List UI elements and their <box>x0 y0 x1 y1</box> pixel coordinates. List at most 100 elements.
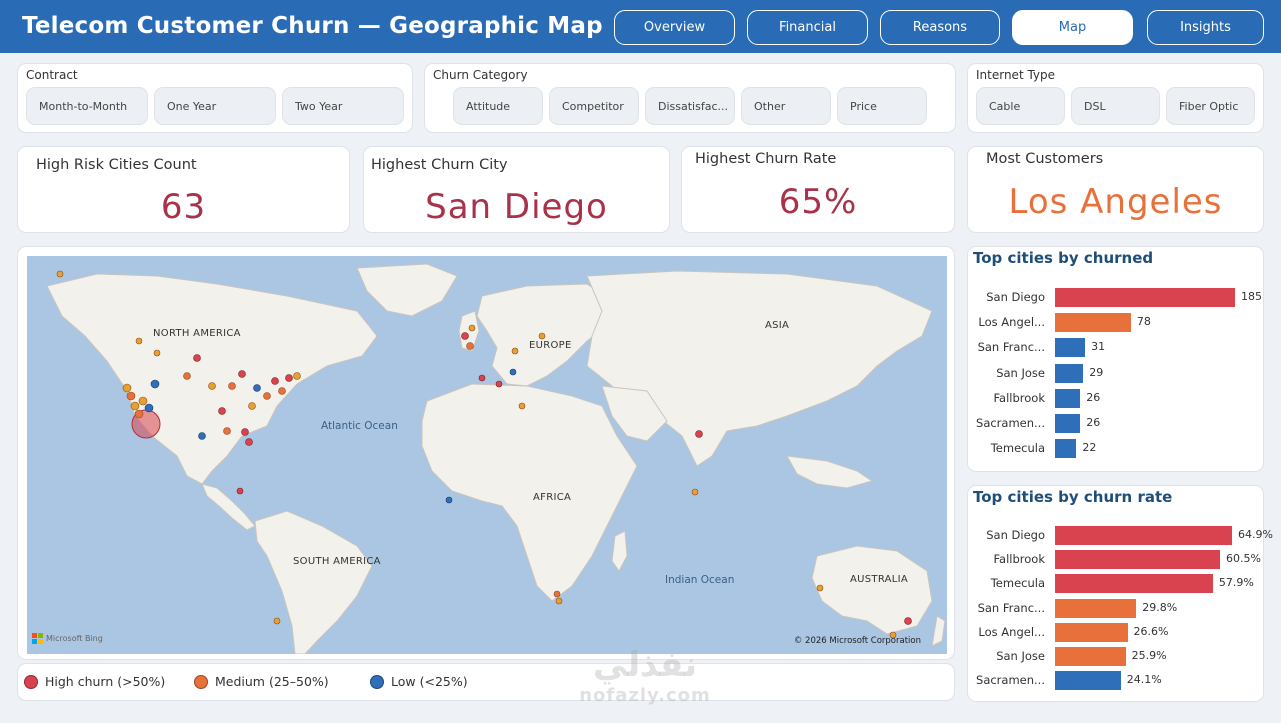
top-rate-bar <box>1055 526 1232 545</box>
top-rate-row[interactable]: Sacramen... 24.1% <box>968 671 1263 691</box>
contract-option-one-year[interactable]: One Year <box>154 87 276 125</box>
churn-category-slicer-title: Churn Category <box>433 68 528 82</box>
top-churned-value-label: 26 <box>1086 416 1101 429</box>
top-churned-value-label: 31 <box>1091 340 1106 354</box>
nav-reasons-button[interactable]: Reasons <box>880 10 1000 45</box>
top-churned-city-label: San Jose <box>996 365 1045 380</box>
internet-type-slicer-title: Internet Type <box>976 68 1056 82</box>
map-card: NORTH AMERICA SOUTH AMERICA EUROPE ASIA … <box>17 246 955 660</box>
top-rate-title: Top cities by churn rate <box>973 488 1173 506</box>
kpi-highest-churn-rate: Highest Churn Rate 65% <box>681 146 955 233</box>
top-rate-city-label: San Jose <box>996 649 1045 663</box>
top-churned-city-label: Fallbrook <box>993 390 1045 405</box>
top-churned-bar <box>1055 363 1084 383</box>
legend-medium: Medium (25–50%) <box>194 674 329 689</box>
internet-type-option-cable[interactable]: Cable <box>976 87 1065 125</box>
top-churned-bar <box>1055 414 1081 433</box>
top-churned-city-label: Sacramen... <box>976 416 1045 430</box>
top-churned-row[interactable]: San Franc... 31 <box>968 338 1263 358</box>
top-churned-row[interactable]: San Jose 29 <box>968 363 1263 383</box>
top-rate-city-label: Fallbrook <box>993 552 1045 567</box>
top-rate-row[interactable]: San Jose 25.9% <box>968 647 1263 666</box>
churn-category-option-other[interactable]: Other <box>741 87 831 125</box>
top-churned-city-label: San Franc... <box>977 340 1045 355</box>
churn-category-option-competitor[interactable]: Competitor <box>549 87 639 125</box>
top-churned-value-label: 185 <box>1241 290 1262 303</box>
microsoft-logo-icon <box>32 633 43 644</box>
contract-slicer: Contract Month-to-Month One Year Two Yea… <box>17 63 413 133</box>
top-rate-bar <box>1055 598 1137 618</box>
world-map[interactable]: NORTH AMERICA SOUTH AMERICA EUROPE ASIA … <box>27 256 947 654</box>
legend-low: Low (<25%) <box>370 674 468 689</box>
top-rate-bar <box>1055 574 1213 594</box>
top-churned-city-label: Los Angel... <box>978 315 1045 330</box>
top-rate-bar <box>1055 550 1220 570</box>
kpi-high-risk-cities: High Risk Cities Count 63 <box>17 146 350 233</box>
map-copyright: © 2026 Microsoft Corporation <box>793 636 921 646</box>
kpi-most-customers-label: Most Customers <box>986 151 1104 167</box>
churn-category-option-attitude[interactable]: Attitude <box>453 87 543 125</box>
top-rate-row[interactable]: Los Angel... 26.6% <box>968 622 1263 642</box>
top-churned-row[interactable]: Fallbrook 26 <box>968 388 1263 408</box>
top-churned-row[interactable]: Temecula 22 <box>968 439 1263 459</box>
internet-type-option-fiber-optic[interactable]: Fiber Optic <box>1166 87 1255 125</box>
kpi-most-customers: Most Customers Los Angeles <box>967 146 1264 233</box>
nav-insights-button[interactable]: Insights <box>1147 10 1264 45</box>
kpi-highest-city-value: San Diego <box>425 187 608 227</box>
top-rate-chart: Top cities by churn rate San Diego 64.9% F… <box>967 485 1273 702</box>
kpi-high-risk-value: 63 <box>160 187 207 227</box>
map-label-north-america: NORTH AMERICA <box>153 328 241 339</box>
top-rate-value-label: 29.8% <box>1142 600 1178 614</box>
top-churned-bar <box>1055 288 1235 307</box>
top-rate-city-label: San Diego <box>986 528 1045 542</box>
map-label-europe: EUROPE <box>529 340 572 351</box>
map-label-indian-ocean: Indian Ocean <box>665 574 735 586</box>
top-rate-row[interactable]: San Franc... 29.8% <box>968 598 1263 618</box>
legend-high-dot <box>24 674 38 689</box>
nav-map-button[interactable]: Map <box>1012 10 1133 45</box>
churn-category-option-price[interactable]: Price <box>837 87 927 125</box>
map-legend: High churn (>50%) Medium (25–50%) Low (<… <box>17 663 955 701</box>
map-label-atlantic-ocean: Atlantic Ocean <box>321 420 398 432</box>
contract-option-two-year[interactable]: Two Year <box>282 87 404 125</box>
contract-slicer-title: Contract <box>26 68 78 82</box>
top-churned-row[interactable]: Los Angel... 78 <box>968 313 1263 333</box>
top-churned-bar <box>1055 388 1081 408</box>
top-churned-city-label: Temecula <box>990 441 1045 456</box>
top-rate-row[interactable]: Temecula 57.9% <box>968 574 1263 594</box>
legend-medium-label: Medium (25–50%) <box>215 674 329 689</box>
map-label-africa: AFRICA <box>533 492 572 503</box>
top-rate-row[interactable]: San Diego 64.9% <box>968 526 1273 545</box>
map-label-asia: ASIA <box>765 320 790 331</box>
churn-category-slicer: Churn Category Attitude Competitor Dissa… <box>424 63 956 133</box>
top-churned-value-label: 26 <box>1086 390 1101 404</box>
top-churned-city-label: San Diego <box>986 290 1045 304</box>
nav-overview-button[interactable]: Overview <box>614 10 735 45</box>
legend-high-label: High churn (>50%) <box>45 674 166 689</box>
top-rate-value-label: 57.9% <box>1218 576 1254 590</box>
top-rate-value-label: 64.9% <box>1238 528 1273 541</box>
top-churned-row[interactable]: San Diego 185 <box>968 288 1263 307</box>
kpi-highest-churn-city: Highest Churn City San Diego <box>363 146 670 233</box>
internet-type-option-dsl[interactable]: DSL <box>1071 87 1160 125</box>
churn-category-option-dissatisfaction[interactable]: Dissatisfac... <box>645 87 735 125</box>
top-churned-row[interactable]: Sacramen... 26 <box>968 414 1263 433</box>
nav-financial-button[interactable]: Financial <box>747 10 868 45</box>
top-rate-bar <box>1055 647 1126 666</box>
top-churned-value-label: 78 <box>1136 315 1151 329</box>
map-label-south-america: SOUTH AMERICA <box>293 556 381 567</box>
internet-type-slicer: Internet Type Cable DSL Fiber Optic <box>967 63 1264 133</box>
legend-low-label: Low (<25%) <box>391 674 468 689</box>
top-rate-bar <box>1055 622 1128 642</box>
top-churned-value-label: 29 <box>1089 365 1104 379</box>
bing-label: Microsoft Bing <box>46 634 103 643</box>
bing-logo: Microsoft Bing <box>32 633 103 644</box>
kpi-highest-rate-label: Highest Churn Rate <box>695 151 837 167</box>
top-rate-city-label: Los Angel... <box>978 624 1045 639</box>
top-rate-value-label: 25.9% <box>1131 649 1167 662</box>
legend-medium-dot <box>194 674 208 689</box>
contract-option-month-to-month[interactable]: Month-to-Month <box>26 87 148 125</box>
header-bar: Telecom Customer Churn — Geographic Map … <box>0 0 1281 53</box>
top-rate-city-label: Temecula <box>990 576 1045 591</box>
top-rate-row[interactable]: Fallbrook 60.5% <box>968 550 1263 570</box>
